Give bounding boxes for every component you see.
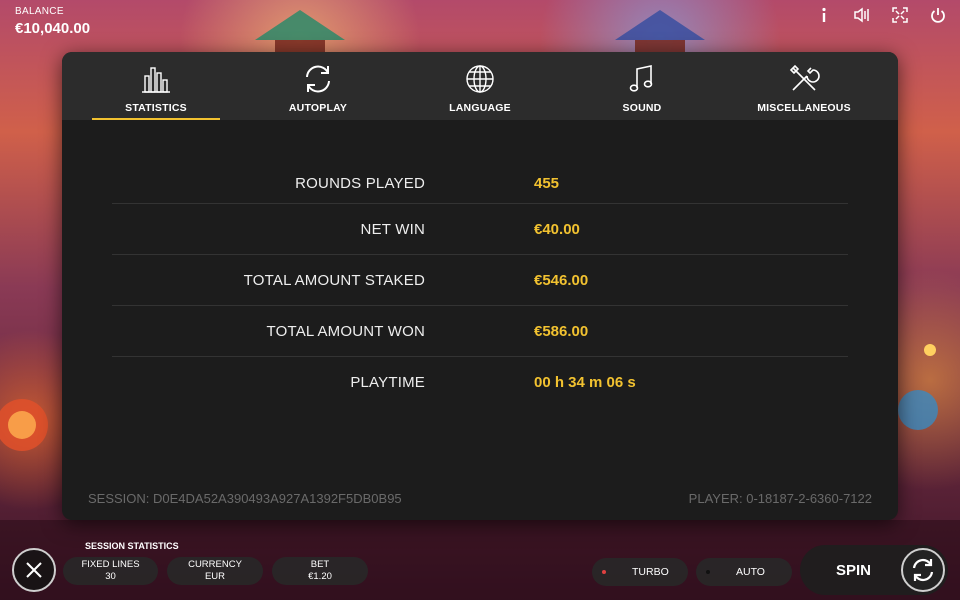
balance-display: BALANCE €10,040.00: [15, 6, 90, 37]
bet-display[interactable]: BET €1.20: [272, 557, 368, 585]
tab-label: AUTOPLAY: [288, 102, 348, 114]
stat-label: ROUNDS PLAYED: [295, 175, 425, 192]
top-toolbar: [814, 6, 948, 24]
refresh-icon: [306, 65, 330, 93]
stat-label: NET WIN: [360, 220, 425, 238]
session-statistics-label: SESSION STATISTICS: [85, 541, 179, 551]
auto-toggle[interactable]: AUTO: [696, 558, 792, 586]
music-note-icon: [629, 65, 653, 92]
stat-row-rounds-played: ROUNDS PLAYED 455: [112, 164, 848, 204]
tab-language[interactable]: LANGUAGE: [416, 52, 544, 120]
stat-label: TOTAL AMOUNT STAKED: [243, 271, 425, 289]
stat-row-total-staked: TOTAL AMOUNT STAKED €546.00: [112, 255, 848, 306]
stat-value: 00 h 34 m 06 s: [534, 374, 636, 391]
stat-row-playtime: PLAYTIME 00 h 34 m 06 s: [112, 357, 848, 408]
turbo-toggle[interactable]: TURBO: [592, 558, 688, 586]
currency-display: CURRENCY EUR: [167, 557, 263, 585]
tab-miscellaneous[interactable]: MISCELLANEOUS: [740, 52, 868, 120]
currency-value: EUR: [204, 571, 226, 582]
fullscreen-icon[interactable]: [890, 6, 910, 24]
fixed-lines-label: FIXED LINES: [81, 559, 140, 570]
stat-label: PLAYTIME: [350, 374, 425, 391]
settings-modal: STATISTICS AUTOPLAY LANGUAGE SOUND MISCE…: [62, 52, 898, 520]
tools-icon: [789, 64, 820, 91]
stat-row-total-won: TOTAL AMOUNT WON €586.00: [112, 306, 848, 357]
stat-value: €40.00: [534, 220, 580, 238]
stat-label: TOTAL AMOUNT WON: [266, 322, 425, 340]
tab-sound[interactable]: SOUND: [578, 52, 706, 120]
spin-button[interactable]: SPIN: [800, 545, 948, 595]
session-id: SESSION: D0E4DA52A390493A927A1392F5DB0B9…: [88, 491, 402, 506]
close-icon: [26, 562, 42, 578]
tab-label: MISCELLANEOUS: [757, 102, 851, 114]
tab-label: LANGUAGE: [449, 102, 511, 114]
fixed-lines-display: FIXED LINES 30: [63, 557, 158, 585]
bottom-control-bar: SESSION STATISTICS FIXED LINES 30 CURREN…: [0, 540, 960, 600]
stat-row-net-win: NET WIN €40.00: [112, 204, 848, 255]
balance-label: BALANCE: [15, 6, 64, 17]
info-icon[interactable]: [814, 6, 834, 24]
tab-label: SOUND: [622, 102, 662, 114]
fixed-lines-value: 30: [105, 571, 116, 582]
auto-label: AUTO: [736, 566, 765, 578]
globe-icon: [466, 65, 494, 93]
session-footer: SESSION: D0E4DA52A390493A927A1392F5DB0B9…: [88, 491, 872, 506]
currency-label: CURRENCY: [188, 559, 242, 570]
tab-statistics[interactable]: STATISTICS: [92, 52, 220, 120]
auto-indicator: [706, 570, 710, 574]
spin-circle[interactable]: [901, 548, 945, 592]
turbo-indicator: [602, 570, 606, 574]
bet-value: €1.20: [308, 571, 332, 582]
stat-value: €546.00: [534, 271, 589, 289]
tab-label: STATISTICS: [125, 102, 187, 114]
power-icon[interactable]: [928, 6, 948, 24]
bar-chart-icon: [142, 67, 170, 93]
tab-bar: STATISTICS AUTOPLAY LANGUAGE SOUND MISCE…: [62, 52, 898, 120]
balance-value: €10,040.00: [15, 20, 91, 37]
close-button[interactable]: [12, 548, 56, 592]
player-id: PLAYER: 0-18187-2-6360-7122: [688, 491, 872, 506]
spin-label: SPIN: [836, 561, 872, 579]
bet-label: BET: [310, 559, 330, 570]
spin-icon: [912, 558, 934, 582]
tab-autoplay[interactable]: AUTOPLAY: [254, 52, 382, 120]
turbo-label: TURBO: [632, 566, 669, 578]
sound-icon[interactable]: [852, 6, 872, 24]
stat-value: €586.00: [534, 322, 589, 340]
stat-value: 455: [534, 175, 560, 192]
statistics-table: ROUNDS PLAYED 455 NET WIN €40.00 TOTAL A…: [112, 164, 848, 408]
